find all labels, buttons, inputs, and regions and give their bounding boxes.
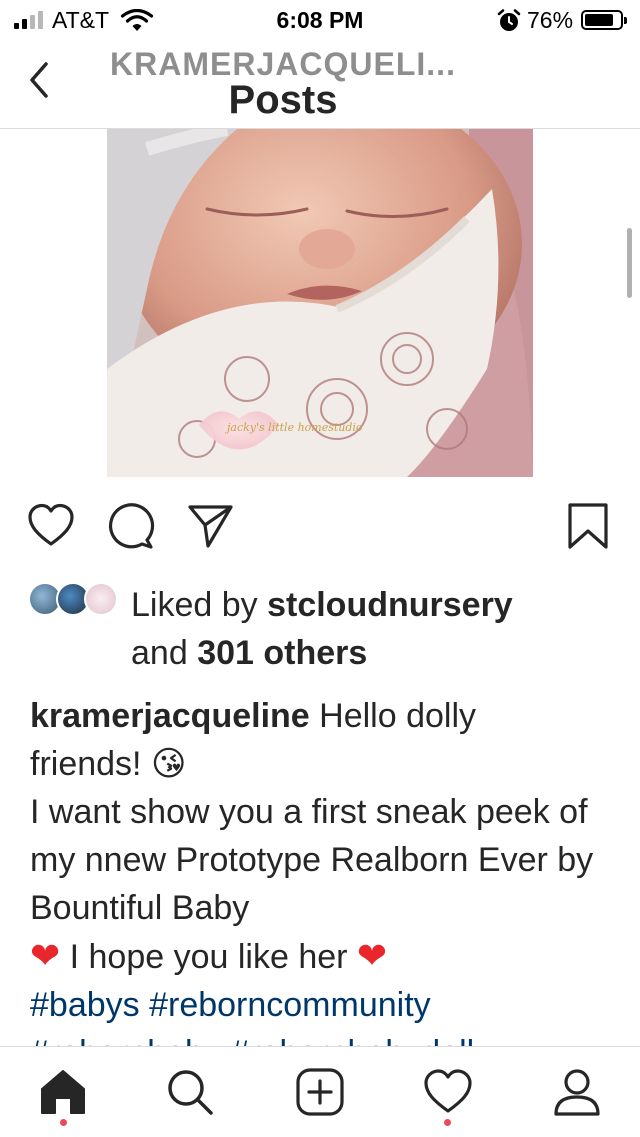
caption-username[interactable]: kramerjacqueline xyxy=(30,697,310,735)
bookmark-icon[interactable] xyxy=(565,502,613,550)
home-notification-dot xyxy=(60,1119,67,1126)
kiss-emoji: 😘 xyxy=(150,745,187,783)
caption-hashtags[interactable]: #babys #reborncommunity xyxy=(30,981,610,1029)
activity-notification-dot xyxy=(444,1119,451,1126)
likes-summary[interactable]: Liked by stcloudnursery and 301 others xyxy=(131,581,611,677)
home-icon[interactable] xyxy=(38,1067,88,1117)
heart-icon[interactable] xyxy=(27,502,75,550)
avatar xyxy=(84,582,118,616)
plus-square-icon[interactable] xyxy=(295,1067,345,1117)
heart-icon[interactable] xyxy=(423,1067,473,1117)
paper-plane-icon[interactable] xyxy=(186,502,234,550)
battery-icon xyxy=(581,10,627,30)
header: KRAMERJACQUELI... Posts xyxy=(0,40,640,129)
post-caption: kramerjacqueline Hello dolly friends! 😘 … xyxy=(30,692,610,1051)
profile-icon[interactable] xyxy=(552,1067,602,1117)
status-bar: AT&T 6:08 PM 76% xyxy=(0,0,640,40)
bottom-tab-bar xyxy=(0,1046,640,1137)
caption-body: I want show you a first sneak peek of my… xyxy=(30,793,594,927)
comment-icon[interactable] xyxy=(107,502,155,550)
alarm-icon xyxy=(497,9,521,31)
likes-others[interactable]: 301 others xyxy=(197,634,367,672)
page-title: Posts xyxy=(228,78,338,122)
red-heart-emoji: ❤ xyxy=(30,935,61,976)
image-watermark: jacky's little homestudio xyxy=(224,421,363,434)
battery-percent: 76% xyxy=(527,7,574,33)
red-heart-emoji: ❤ xyxy=(356,935,388,976)
baby-photo: jacky's little homestudio xyxy=(107,129,533,477)
liker-avatars[interactable] xyxy=(28,582,123,618)
liker-username[interactable]: stcloudnursery xyxy=(267,586,513,624)
post-image[interactable]: jacky's little homestudio xyxy=(107,129,533,477)
scrollbar[interactable] xyxy=(627,228,632,298)
search-icon[interactable] xyxy=(165,1067,215,1117)
